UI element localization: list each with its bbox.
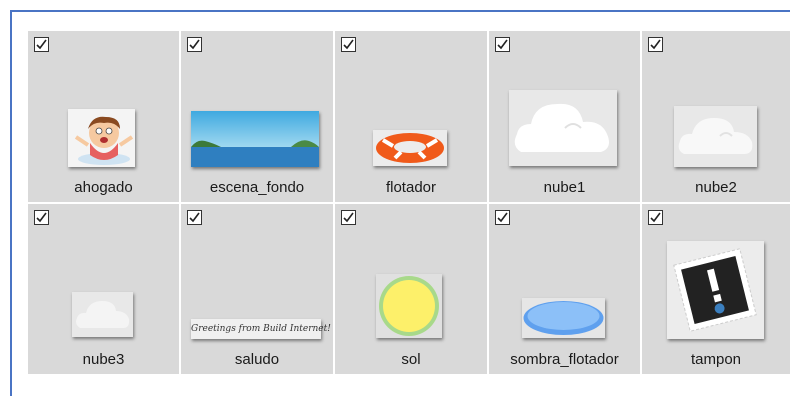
- asset-tile-tampon[interactable]: tampon: [642, 204, 790, 374]
- asset-tile-nube3[interactable]: nube3: [28, 204, 179, 374]
- checkbox[interactable]: [648, 37, 663, 52]
- checkbox[interactable]: [648, 210, 663, 225]
- asset-label: nube3: [82, 351, 125, 368]
- asset-thumbnail: [522, 298, 605, 338]
- asset-label: escena_fondo: [209, 179, 305, 196]
- asset-label: sol: [401, 351, 421, 368]
- asset-label: flotador: [385, 179, 437, 196]
- checkbox[interactable]: [34, 37, 49, 52]
- asset-tile-saludo[interactable]: Greetings from Build Internet! saludo: [181, 204, 333, 374]
- asset-label: saludo: [234, 351, 280, 368]
- asset-label: ahogado: [74, 179, 133, 196]
- asset-thumbnail: Greetings from Build Internet!: [191, 319, 331, 339]
- asset-thumbnail: [667, 241, 764, 339]
- checkbox[interactable]: [495, 210, 510, 225]
- asset-tile-sombra-flotador[interactable]: sombra_flotador: [489, 204, 640, 374]
- asset-thumbnail: [674, 106, 757, 167]
- checkbox[interactable]: [187, 37, 202, 52]
- asset-thumbnail: [376, 274, 442, 338]
- asset-tile-flotador[interactable]: flotador: [335, 31, 487, 202]
- asset-tile-ahogado[interactable]: ahogado: [28, 31, 179, 202]
- asset-tile-escena-fondo[interactable]: escena_fondo: [181, 31, 333, 202]
- asset-label: nube1: [543, 179, 586, 196]
- asset-label: sombra_flotador: [510, 351, 619, 368]
- asset-tile-nube1[interactable]: nube1: [489, 31, 640, 202]
- asset-thumbnail: [72, 292, 133, 337]
- asset-grid: ahogado escena_fondo flotador nube1 nube…: [28, 31, 790, 374]
- asset-tile-sol[interactable]: sol: [335, 204, 487, 374]
- checkbox[interactable]: [495, 37, 510, 52]
- saludo-text: Greetings from Build Internet!: [191, 324, 331, 334]
- asset-thumbnail: [509, 90, 617, 166]
- asset-tile-nube2[interactable]: nube2: [642, 31, 790, 202]
- panel-top-border: [10, 10, 790, 12]
- asset-label: tampon: [690, 351, 742, 368]
- checkbox[interactable]: [341, 210, 356, 225]
- asset-thumbnail: [191, 111, 319, 167]
- checkbox[interactable]: [187, 210, 202, 225]
- panel-left-border: [10, 10, 12, 396]
- checkbox[interactable]: [341, 37, 356, 52]
- asset-thumbnail: [68, 109, 135, 167]
- asset-label: nube2: [695, 179, 737, 196]
- checkbox[interactable]: [34, 210, 49, 225]
- asset-thumbnail: [373, 130, 447, 166]
